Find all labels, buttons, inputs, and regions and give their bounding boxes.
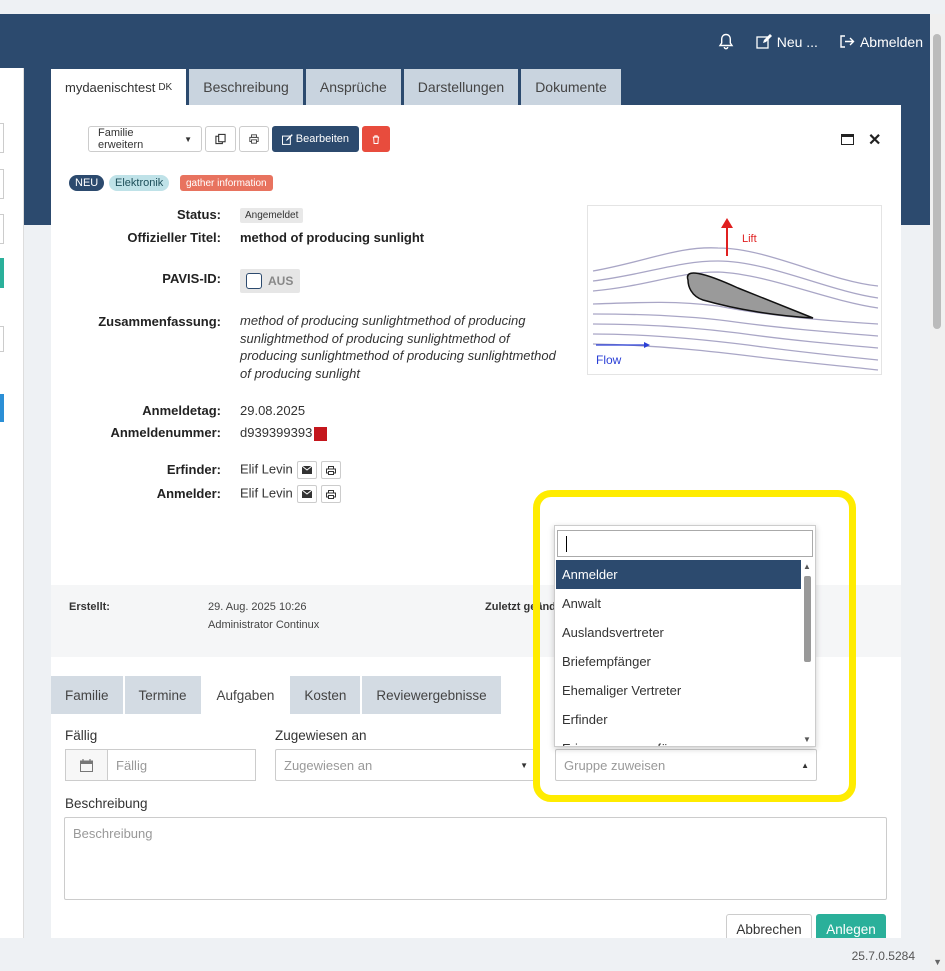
print-button[interactable] bbox=[239, 126, 269, 152]
logout-label: Abmelden bbox=[859, 33, 923, 50]
detail-tabs: Familie Termine Aufgaben Kosten Reviewer… bbox=[51, 676, 501, 714]
print-icon[interactable] bbox=[320, 485, 341, 503]
new-menu[interactable]: Neu ... bbox=[756, 34, 818, 50]
number-value: d939399393 bbox=[240, 425, 313, 440]
due-date-input[interactable]: Fällig bbox=[107, 749, 256, 781]
caret-down-icon: ▼ bbox=[520, 760, 528, 770]
edit-button[interactable]: Bearbeiten bbox=[272, 126, 359, 152]
calendar-icon bbox=[80, 758, 93, 772]
checkbox bbox=[246, 273, 262, 289]
lift-label: Lift bbox=[742, 233, 757, 245]
tab-main[interactable]: mydaenischtest DK bbox=[51, 69, 187, 105]
summary-value: method of producing sunlightmethod of pr… bbox=[240, 313, 556, 381]
edit-icon bbox=[756, 34, 772, 49]
flow-label: Flow bbox=[596, 353, 622, 367]
maximize-icon[interactable] bbox=[841, 134, 854, 145]
record-tabs: mydaenischtest DK Beschreibung Ansprüche … bbox=[51, 69, 621, 105]
sidebar-stub[interactable] bbox=[0, 169, 4, 199]
tab-suffix: DK bbox=[158, 81, 173, 93]
pavis-toggle[interactable]: AUS bbox=[240, 269, 300, 293]
tab-termine[interactable]: Termine bbox=[124, 676, 201, 714]
logout-icon bbox=[840, 35, 855, 48]
badge-new: NEU bbox=[69, 175, 105, 191]
inventor-value: Elif Levin bbox=[240, 461, 293, 477]
tab-beschreibung[interactable]: Beschreibung bbox=[189, 69, 303, 105]
pdf-icon[interactable] bbox=[314, 426, 328, 441]
number-row: d939399393 bbox=[240, 425, 328, 441]
page-scroll-down-arrow[interactable]: ▼ bbox=[933, 957, 942, 967]
pavis-label: PAVIS-ID: bbox=[162, 271, 221, 286]
description-label: Beschreibung bbox=[65, 796, 148, 811]
sidebar-stub[interactable] bbox=[0, 258, 4, 288]
tab-ansprueche[interactable]: Ansprüche bbox=[305, 69, 401, 105]
logout-button[interactable]: Abmelden bbox=[840, 34, 923, 50]
edit-label: Bearbeiten bbox=[295, 133, 349, 145]
status-label: Status: bbox=[176, 207, 221, 222]
summary-label: Zusammenfassung: bbox=[98, 314, 221, 329]
applicant-label: Anmelder: bbox=[156, 486, 221, 501]
sidebar-stub[interactable] bbox=[0, 123, 4, 153]
assigned-placeholder: Zugewiesen an bbox=[284, 757, 373, 773]
pavis-value: AUS bbox=[268, 274, 294, 288]
family-extend-label: Familie erweitern bbox=[98, 127, 144, 151]
envelope-icon[interactable] bbox=[296, 485, 317, 503]
version-text: 25.7.0.5284 bbox=[851, 949, 915, 963]
envelope-icon[interactable] bbox=[296, 461, 317, 479]
print-icon[interactable] bbox=[320, 461, 341, 479]
delete-button[interactable] bbox=[362, 126, 390, 152]
trash-icon bbox=[372, 134, 380, 144]
tab-reviewergebnisse[interactable]: Reviewergebnisse bbox=[362, 676, 501, 714]
tab-kosten[interactable]: Kosten bbox=[290, 676, 361, 714]
badge-status-tag: gather information bbox=[180, 175, 273, 191]
inventor-label: Erfinder: bbox=[166, 462, 221, 477]
sidebar-stub[interactable] bbox=[0, 214, 4, 244]
close-icon[interactable]: ✕ bbox=[868, 130, 881, 150]
copy-button[interactable] bbox=[205, 126, 236, 152]
tab-familie[interactable]: Familie bbox=[51, 676, 123, 714]
description-textarea[interactable]: Beschreibung bbox=[64, 817, 887, 900]
copy-icon bbox=[215, 133, 226, 145]
tab-aufgaben[interactable]: Aufgaben bbox=[202, 676, 289, 714]
status-badge: Angemeldet bbox=[240, 208, 304, 223]
number-label: Anmeldenummer: bbox=[110, 425, 221, 440]
left-sidebar-collapsed bbox=[0, 68, 24, 938]
badge-category: Elektronik bbox=[109, 175, 170, 191]
assigned-label: Zugewiesen an bbox=[275, 728, 367, 743]
tab-dokumente[interactable]: Dokumente bbox=[521, 69, 621, 105]
sidebar-stub[interactable] bbox=[0, 326, 4, 352]
sidebar-stub[interactable] bbox=[0, 394, 4, 422]
date-label: Anmeldetag: bbox=[142, 403, 221, 418]
created-by: Administrator Continux bbox=[208, 619, 320, 631]
tab-darstellungen[interactable]: Darstellungen bbox=[403, 69, 519, 105]
scrollbar-thumb[interactable] bbox=[933, 34, 941, 329]
date-value: 29.08.2025 bbox=[240, 403, 306, 418]
footer: 25.7.0.5284 bbox=[0, 938, 930, 971]
new-menu-label: Neu ... bbox=[776, 33, 818, 50]
top-nav: Neu ... Abmelden bbox=[718, 33, 923, 50]
created-label: Erstellt: bbox=[69, 601, 110, 613]
tab-label: mydaenischtest bbox=[65, 79, 156, 95]
assigned-select[interactable]: Zugewiesen an ▼ bbox=[275, 749, 536, 781]
page-scrollbar[interactable] bbox=[930, 14, 945, 971]
annotation-highlight bbox=[533, 490, 856, 802]
family-extend-button[interactable]: Familie erweitern ▼ bbox=[88, 126, 202, 152]
applicant-row: Elif Levin bbox=[240, 485, 341, 503]
caret-down-icon: ▼ bbox=[184, 134, 192, 144]
calendar-addon[interactable] bbox=[65, 749, 108, 781]
title-label: Offizieller Titel: bbox=[127, 230, 221, 245]
inventor-row: Elif Levin bbox=[240, 461, 341, 479]
edit-icon bbox=[282, 133, 293, 145]
title-value: method of producing sunlight bbox=[240, 230, 425, 245]
figure-image: Lift Flow bbox=[587, 205, 882, 375]
created-date: 29. Aug. 2025 10:26 bbox=[208, 601, 307, 613]
print-icon bbox=[249, 134, 259, 144]
bell-icon[interactable] bbox=[718, 33, 734, 50]
due-label: Fällig bbox=[65, 728, 98, 743]
applicant-value: Elif Levin bbox=[240, 485, 293, 501]
